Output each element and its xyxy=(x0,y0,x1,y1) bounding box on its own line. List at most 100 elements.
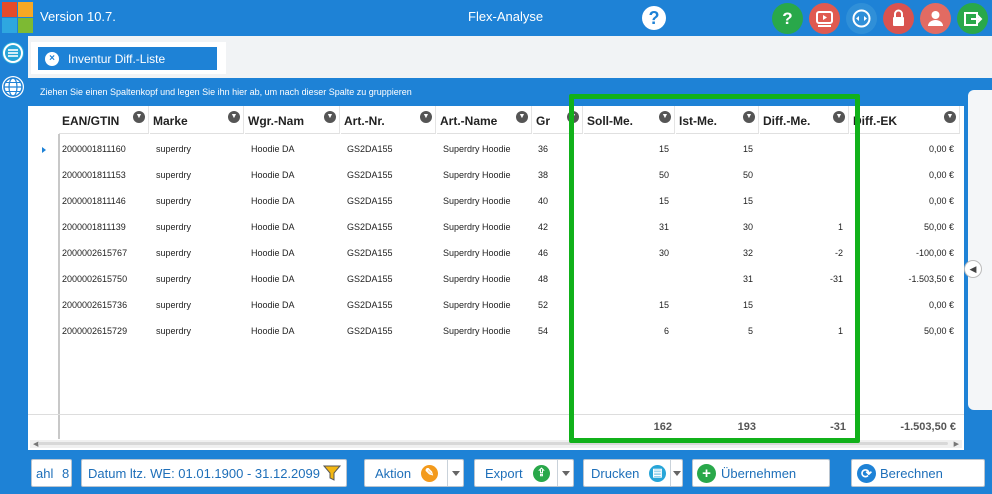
globe-icon[interactable] xyxy=(2,76,24,98)
uebernehmen-label: Übernehmen xyxy=(721,466,797,481)
column-header-art-name[interactable]: Art.-Name ▼ xyxy=(437,106,532,134)
top-bar: Version 10.7. Flex-Analyse ? ? xyxy=(0,0,992,36)
record-count-label: ahl xyxy=(36,466,54,481)
column-header-ean-gtin[interactable]: EAN/GTIN ▼ xyxy=(59,106,149,134)
right-pane: ◀ xyxy=(964,78,992,450)
column-header-marke[interactable]: Marke ▼ xyxy=(150,106,244,134)
filter-icon[interactable]: ▼ xyxy=(420,111,432,123)
export-label: Export xyxy=(485,466,523,481)
add-icon: + xyxy=(697,464,716,483)
cell-wgr-name: Hoodie DA xyxy=(251,170,295,180)
berechnen-button[interactable]: ⟳ Berechnen xyxy=(851,459,985,487)
help-center-icon[interactable]: ? xyxy=(642,6,666,30)
uebernehmen-button[interactable]: + Übernehmen xyxy=(692,459,830,487)
cell-art-name: Superdry Hoodie xyxy=(443,196,511,206)
split-divider xyxy=(557,460,558,486)
cell-art-nr: GS2DA155 xyxy=(347,170,393,180)
cell-wgr-name: Hoodie DA xyxy=(251,144,295,154)
side-panel: ◀ xyxy=(964,90,992,410)
export-button[interactable]: Export ⇪ xyxy=(474,459,574,487)
cell-wgr-name: Hoodie DA xyxy=(251,274,295,284)
cell-art-nr: GS2DA155 xyxy=(347,196,393,206)
cell-wgr-name: Hoodie DA xyxy=(251,222,295,232)
lock-icon[interactable] xyxy=(883,3,914,34)
video-tutorial-icon[interactable] xyxy=(809,3,840,34)
total-ek: -1.503,50 € xyxy=(900,421,956,433)
cell-marke: superdry xyxy=(156,300,192,310)
version-label: Version 10.7. xyxy=(40,9,116,24)
column-header-label: Marke xyxy=(153,114,188,128)
cell-ean-gtin: 2000001811139 xyxy=(62,222,126,232)
column-header-label: Wgr.-Nam xyxy=(248,114,305,128)
cell-diff-ek: 0,00 € xyxy=(928,300,954,310)
cell-marke: superdry xyxy=(156,274,192,284)
chevron-down-icon[interactable] xyxy=(562,471,570,476)
cell-wgr-name: Hoodie DA xyxy=(251,326,295,336)
cell-art-nr: GS2DA155 xyxy=(347,274,393,284)
cell-diff-ek: 0,00 € xyxy=(928,170,954,180)
filter-icon[interactable]: ▼ xyxy=(133,111,145,123)
tab-label: Inventur Diff.-Liste xyxy=(68,52,166,66)
filter-icon[interactable]: ▼ xyxy=(516,111,528,123)
record-count-value: 8 xyxy=(62,466,70,481)
cell-art-name: Superdry Hoodie xyxy=(443,222,511,232)
split-divider xyxy=(447,460,448,486)
export-icon: ⇪ xyxy=(533,465,550,482)
refresh-icon: ⟳ xyxy=(857,464,876,483)
tab-frame: × Inventur Diff.-Liste xyxy=(31,42,226,74)
berechnen-label: Berechnen xyxy=(880,466,943,481)
cell-ean-gtin: 2000002615767 xyxy=(62,248,128,258)
wand-icon: ✎ xyxy=(421,465,438,482)
cell-art-name: Superdry Hoodie xyxy=(443,300,511,310)
cell-wgr-name: Hoodie DA xyxy=(251,196,295,206)
cell-ean-gtin: 2000001811146 xyxy=(62,196,126,206)
aktion-label: Aktion xyxy=(375,466,412,481)
date-filter-button[interactable]: Datum ltz. WE: 01.01.1900 - 31.12.2099 xyxy=(81,459,347,487)
cell-diff-ek: 50,00 € xyxy=(923,326,954,336)
cell-art-nr: GS2DA155 xyxy=(347,326,393,336)
column-header-label: Diff.-EK xyxy=(853,114,897,128)
record-count: ahl 8 xyxy=(31,459,72,487)
date-filter-label: Datum ltz. WE: 01.01.1900 - 31.12.2099 xyxy=(88,466,320,481)
column-header-wgr-name[interactable]: Wgr.-Nam ▼ xyxy=(245,106,340,134)
cell-art-name: Superdry Hoodie xyxy=(443,326,511,336)
cell-art-name: Superdry Hoodie xyxy=(443,274,511,284)
bottom-bar: ahl 8 Datum ltz. WE: 01.01.1900 - 31.12.… xyxy=(28,450,992,494)
cell-art-name: Superdry Hoodie xyxy=(443,144,511,154)
help-icon[interactable]: ? xyxy=(772,3,803,34)
column-header-diff-ek[interactable]: Diff.-EK ▼ xyxy=(850,106,960,134)
column-header-label: Gr xyxy=(536,114,551,128)
cell-diff-ek: 50,00 € xyxy=(923,222,954,232)
filter-icon[interactable]: ▼ xyxy=(944,111,956,123)
cell-marke: superdry xyxy=(156,222,192,232)
column-header-label: Art.-Nr. xyxy=(344,114,385,128)
collapse-left-icon[interactable]: ◀ xyxy=(964,260,982,278)
cell-art-nr: GS2DA155 xyxy=(347,300,393,310)
user-icon[interactable] xyxy=(920,3,951,34)
tab-inventur-diff-liste[interactable]: × Inventur Diff.-Liste xyxy=(38,47,217,70)
cell-ean-gtin: 2000002615750 xyxy=(62,274,128,284)
chevron-down-icon[interactable] xyxy=(673,471,681,476)
logout-icon[interactable] xyxy=(957,3,988,34)
scroll-right-icon[interactable]: ▶ xyxy=(954,440,959,448)
chevron-down-icon[interactable] xyxy=(452,471,460,476)
app-title: Flex-Analyse xyxy=(468,9,544,24)
filter-icon[interactable]: ▼ xyxy=(228,111,240,123)
cell-marke: superdry xyxy=(156,170,192,180)
aktion-button[interactable]: Aktion ✎ xyxy=(364,459,464,487)
app-logo-icon xyxy=(2,2,34,34)
cell-marke: superdry xyxy=(156,248,192,258)
filter-icon[interactable]: ▼ xyxy=(324,111,336,123)
menu-icon[interactable] xyxy=(2,42,24,64)
remote-support-icon[interactable] xyxy=(846,3,877,34)
tab-strip: × Inventur Diff.-Liste xyxy=(28,36,992,78)
cell-marke: superdry xyxy=(156,144,192,154)
column-header-art-nr[interactable]: Art.-Nr. ▼ xyxy=(341,106,436,134)
cell-ean-gtin: 2000002615736 xyxy=(62,300,128,310)
cell-diff-ek: -100,00 € xyxy=(915,248,954,258)
cell-marke: superdry xyxy=(156,196,192,206)
cell-wgr-name: Hoodie DA xyxy=(251,248,295,258)
filter-icon xyxy=(322,463,342,486)
close-icon[interactable]: × xyxy=(45,52,59,66)
drucken-button[interactable]: Drucken ▤ xyxy=(583,459,683,487)
